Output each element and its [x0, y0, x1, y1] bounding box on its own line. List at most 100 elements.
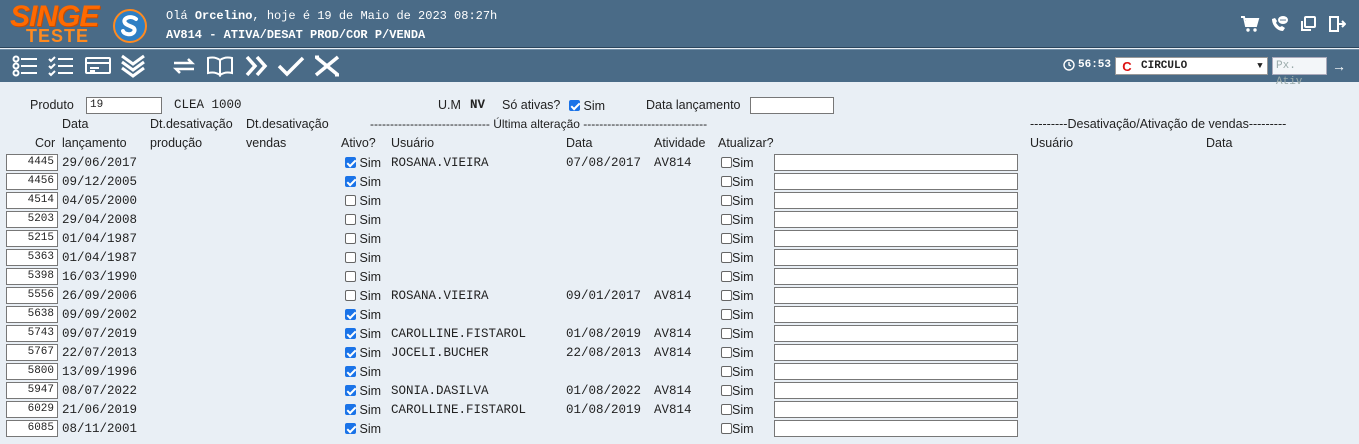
ativo-label: Sim: [359, 289, 382, 303]
atualizar-checkbox[interactable]: Sim: [721, 384, 754, 398]
data-alteracao-cell: 09/01/2017: [566, 289, 642, 303]
clock-icon: [1063, 59, 1075, 71]
ativo-checkbox[interactable]: Sim: [345, 251, 381, 265]
ultima-alteracao-header: ------------------------------ Última al…: [370, 117, 708, 131]
cor-input[interactable]: 5215: [6, 230, 58, 247]
atualizar-checkbox[interactable]: Sim: [721, 403, 754, 417]
px-ativ-input[interactable]: Px. Ativ: [1272, 57, 1327, 88]
ativo-checkbox[interactable]: Sim: [345, 213, 381, 227]
observacao-input[interactable]: [774, 173, 1018, 190]
observacao-input[interactable]: [774, 363, 1018, 380]
data-lancamento-cell: 21/06/2019: [62, 403, 138, 417]
observacao-input[interactable]: [774, 325, 1018, 342]
ativo-checkbox[interactable]: Sim: [345, 384, 381, 398]
refresh-icon[interactable]: [169, 52, 199, 80]
data-lancamento-input[interactable]: [750, 97, 834, 114]
empresa-value: CIRCULO: [1141, 60, 1188, 72]
book-icon[interactable]: [205, 52, 235, 80]
data-lancamento-cell: 13/09/1996: [62, 365, 138, 379]
observacao-input[interactable]: [774, 154, 1018, 171]
data-alteracao-cell: 22/08/2013: [566, 346, 642, 360]
observacao-input[interactable]: [774, 401, 1018, 418]
ativo-checkbox[interactable]: Sim: [345, 327, 381, 341]
observacao-input[interactable]: [774, 306, 1018, 323]
checklist-icon[interactable]: [46, 52, 76, 80]
table-row: 5556 26/09/2006 Sim ROSANA.VIEIRA 09/01/201…: [0, 286, 1359, 305]
ativo-label: Sim: [359, 403, 382, 417]
empresa-select[interactable]: C CIRCULO ▼: [1115, 57, 1268, 75]
atualizar-checkbox[interactable]: Sim: [721, 346, 754, 360]
cor-input[interactable]: 5363: [6, 249, 58, 266]
atualizar-label: Sim: [732, 365, 754, 379]
cor-input[interactable]: 5556: [6, 287, 58, 304]
cor-input[interactable]: 4445: [6, 154, 58, 171]
atualizar-label: Sim: [732, 213, 754, 227]
ativo-checkbox[interactable]: Sim: [345, 156, 381, 170]
observacao-input[interactable]: [774, 249, 1018, 266]
card-icon[interactable]: [83, 52, 113, 80]
cor-input[interactable]: 5767: [6, 344, 58, 361]
ativo-checkbox[interactable]: Sim: [345, 346, 381, 360]
col-data: Data: [566, 136, 593, 150]
cor-input[interactable]: 4514: [6, 192, 58, 209]
cancel-icon[interactable]: [312, 52, 342, 80]
atualizar-checkbox[interactable]: Sim: [721, 213, 754, 227]
cor-input[interactable]: 6085: [6, 420, 58, 437]
double-down-icon[interactable]: [118, 52, 148, 80]
atualizar-checkbox[interactable]: Sim: [721, 194, 754, 208]
ativo-checkbox[interactable]: Sim: [345, 270, 381, 284]
cor-input[interactable]: 5398: [6, 268, 58, 285]
atualizar-checkbox[interactable]: Sim: [721, 308, 754, 322]
ativo-checkbox[interactable]: Sim: [345, 422, 381, 436]
atualizar-checkbox[interactable]: Sim: [721, 270, 754, 284]
list-icon[interactable]: [10, 52, 40, 80]
fast-forward-icon[interactable]: [242, 52, 272, 80]
ativo-checkbox[interactable]: Sim: [345, 232, 381, 246]
ativo-label: Sim: [359, 213, 382, 227]
observacao-input[interactable]: [774, 211, 1018, 228]
atualizar-checkbox[interactable]: Sim: [721, 422, 754, 436]
cor-input[interactable]: 5743: [6, 325, 58, 342]
ativo-checkbox[interactable]: Sim: [345, 175, 381, 189]
data-lancamento-cell: 04/05/2000: [62, 194, 138, 208]
atualizar-checkbox[interactable]: Sim: [721, 175, 754, 189]
cor-input[interactable]: 6029: [6, 401, 58, 418]
windows-icon[interactable]: [1297, 13, 1318, 34]
cor-input[interactable]: 5638: [6, 306, 58, 323]
atividade-cell: AV814: [654, 403, 692, 417]
col-usuario: Usuário: [391, 136, 435, 150]
ativo-checkbox[interactable]: Sim: [345, 289, 381, 303]
ativo-checkbox[interactable]: Sim: [345, 194, 381, 208]
cor-input[interactable]: 5203: [6, 211, 58, 228]
atualizar-checkbox[interactable]: Sim: [721, 251, 754, 265]
atualizar-checkbox[interactable]: Sim: [721, 289, 754, 303]
produto-input[interactable]: 19: [86, 97, 162, 114]
table-row: 6085 08/11/2001 Sim Sim: [0, 419, 1359, 438]
atualizar-checkbox[interactable]: Sim: [721, 327, 754, 341]
observacao-input[interactable]: [774, 344, 1018, 361]
observacao-input[interactable]: [774, 382, 1018, 399]
ativo-label: Sim: [359, 365, 382, 379]
observacao-input[interactable]: [774, 192, 1018, 209]
phone-chat-icon[interactable]: [1268, 13, 1289, 34]
data-lancamento-cell: 09/09/2002: [62, 308, 138, 322]
cor-input[interactable]: 5800: [6, 363, 58, 380]
atualizar-checkbox[interactable]: Sim: [721, 232, 754, 246]
table-row: 5800 13/09/1996 Sim Sim: [0, 362, 1359, 381]
observacao-input[interactable]: [774, 287, 1018, 304]
ativo-checkbox[interactable]: Sim: [345, 365, 381, 379]
cor-input[interactable]: 4456: [6, 173, 58, 190]
so-ativas-checkbox[interactable]: Sim: [569, 99, 605, 113]
observacao-input[interactable]: [774, 420, 1018, 437]
exit-icon[interactable]: [1326, 13, 1347, 34]
ativo-checkbox[interactable]: Sim: [345, 403, 381, 417]
atualizar-checkbox[interactable]: Sim: [721, 365, 754, 379]
observacao-input[interactable]: [774, 230, 1018, 247]
observacao-input[interactable]: [774, 268, 1018, 285]
cart-icon[interactable]: [1239, 13, 1260, 34]
atualizar-checkbox[interactable]: Sim: [721, 156, 754, 170]
cor-input[interactable]: 5947: [6, 382, 58, 399]
confirm-icon[interactable]: [276, 52, 306, 80]
arrow-right-icon[interactable]: →: [1332, 58, 1346, 74]
ativo-checkbox[interactable]: Sim: [345, 308, 381, 322]
